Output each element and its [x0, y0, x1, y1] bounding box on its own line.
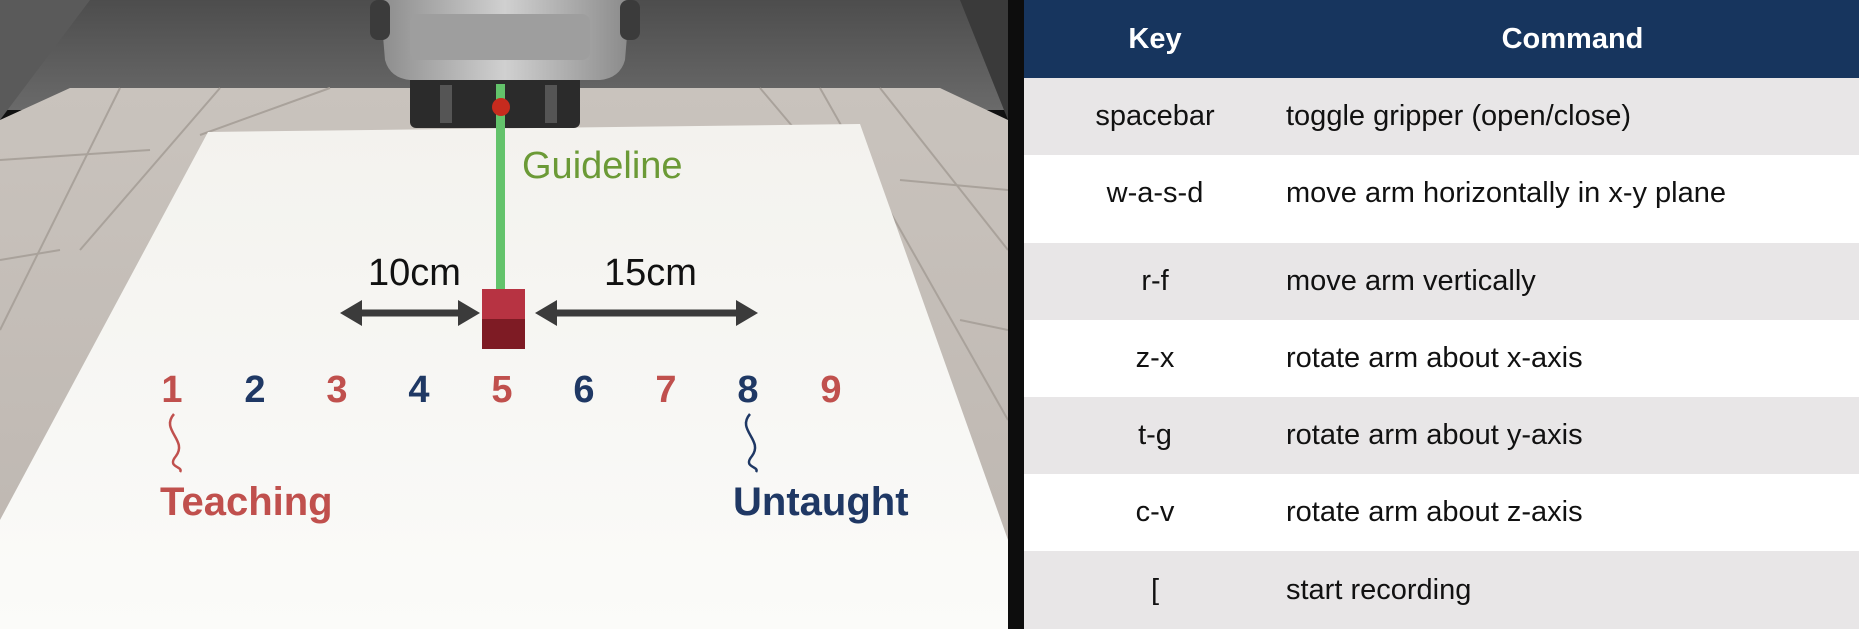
command-cell: start recording — [1286, 573, 1472, 606]
teaching-label: Teaching — [160, 480, 333, 524]
command-cell: move arm vertically — [1286, 265, 1536, 297]
red-cube — [482, 289, 525, 349]
panel-divider — [1008, 0, 1024, 629]
command-cell: rotate arm about z-axis — [1286, 496, 1583, 528]
table-row: spacebar toggle gripper (open/close) — [1024, 78, 1859, 155]
command-cell: rotate arm about x-axis — [1286, 342, 1583, 374]
position-number: 1 — [161, 369, 182, 411]
position-numbers: 1 2 3 4 5 6 7 8 9 — [161, 369, 841, 411]
right-distance-label: 15cm — [604, 252, 697, 294]
command-cell: rotate arm about y-axis — [1286, 419, 1583, 451]
position-number: 3 — [326, 369, 347, 411]
header-command: Command — [1501, 22, 1644, 55]
header-key: Key — [1128, 22, 1182, 55]
table-row: z-x rotate arm about x-axis — [1024, 320, 1859, 397]
simulation-scene: Guideline 10cm 15cm 1 2 3 4 5 6 7 8 9 Te… — [0, 0, 1008, 629]
position-number: 5 — [491, 369, 512, 411]
command-cell: move arm horizontally in x-y plane — [1286, 177, 1727, 209]
untaught-label: Untaught — [733, 480, 909, 524]
key-cell: r-f — [1141, 265, 1169, 297]
scene-illustration: Guideline 10cm 15cm 1 2 3 4 5 6 7 8 9 Te… — [0, 0, 1008, 629]
key-command-table: Key Command spacebar toggle gripper (ope… — [1024, 0, 1859, 629]
position-number: 9 — [820, 369, 841, 411]
laser-point — [492, 98, 510, 116]
position-number: 2 — [244, 369, 265, 411]
key-cell: c-v — [1135, 496, 1175, 528]
key-cell: t-g — [1138, 419, 1172, 451]
table-row: t-g rotate arm about y-axis — [1024, 397, 1859, 474]
table-row: [ start recording — [1024, 551, 1859, 629]
position-number: 4 — [408, 369, 429, 411]
table-row: r-f move arm vertically — [1024, 243, 1859, 320]
position-number: 6 — [573, 369, 594, 411]
command-cell: toggle gripper (open/close) — [1286, 100, 1631, 132]
guideline-label: Guideline — [522, 145, 683, 187]
key-cell: [ — [1150, 573, 1160, 606]
left-distance-label: 10cm — [368, 252, 461, 294]
key-cell: spacebar — [1095, 100, 1215, 132]
position-number: 8 — [737, 369, 758, 411]
key-cell: z-x — [1135, 342, 1175, 374]
key-cell: w-a-s-d — [1106, 177, 1204, 209]
position-number: 7 — [655, 369, 676, 411]
table-header: Key Command — [1024, 0, 1859, 78]
table-row: c-v rotate arm about z-axis — [1024, 474, 1859, 551]
table-row: w-a-s-d move arm horizontally in x-y pla… — [1024, 155, 1859, 232]
